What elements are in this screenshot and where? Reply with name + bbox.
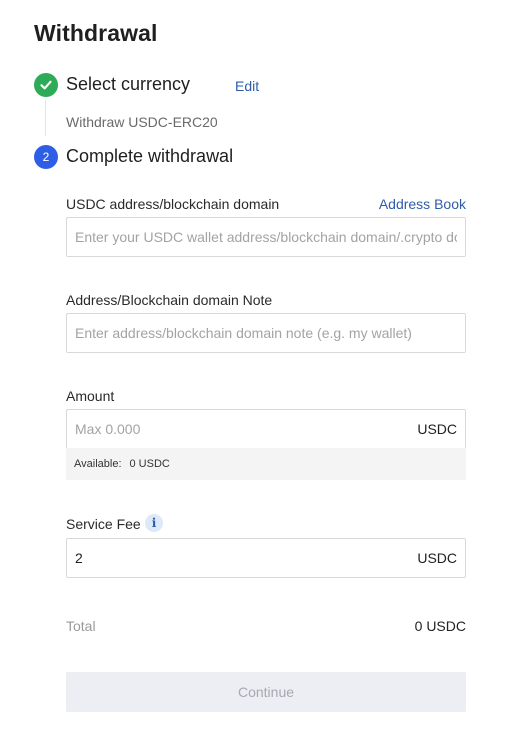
step-number-badge: 2 — [34, 145, 58, 169]
total-value: 0 USDC — [414, 618, 466, 634]
address-label: USDC address/blockchain domain — [66, 196, 280, 212]
withdrawal-page: Withdrawal Select currency Edit Withdraw… — [0, 0, 512, 740]
note-input[interactable] — [67, 314, 465, 352]
service-fee-unit: USDC — [417, 550, 457, 566]
note-input-box — [66, 313, 466, 353]
amount-label: Amount — [66, 388, 115, 404]
amount-input[interactable] — [67, 410, 418, 448]
step-connector — [45, 100, 46, 136]
edit-currency-link[interactable]: Edit — [235, 78, 259, 94]
page-title: Withdrawal — [34, 20, 158, 46]
note-label: Address/Blockchain domain Note — [66, 292, 273, 308]
selected-currency-summary: Withdraw USDC-ERC20 — [66, 114, 218, 130]
address-input[interactable] — [67, 218, 465, 256]
available-value: 0 USDC — [129, 458, 170, 470]
amount-unit: USDC — [417, 421, 457, 437]
step-complete-withdrawal-label: Complete withdrawal — [66, 146, 234, 166]
amount-input-box: USDC — [66, 409, 466, 449]
info-icon[interactable]: i — [145, 514, 163, 532]
continue-button[interactable]: Continue — [66, 672, 466, 712]
available-label: Available: — [74, 458, 122, 470]
service-fee-input — [67, 539, 418, 577]
address-input-box — [66, 217, 466, 257]
address-book-link[interactable]: Address Book — [379, 196, 466, 212]
step-select-currency-label: Select currency — [66, 74, 191, 94]
available-balance-bar: Available: 0 USDC — [66, 448, 466, 480]
check-icon — [34, 73, 58, 97]
total-label: Total — [66, 618, 96, 634]
service-fee-box: USDC — [66, 538, 466, 578]
service-fee-label: Service Fee — [66, 516, 141, 532]
